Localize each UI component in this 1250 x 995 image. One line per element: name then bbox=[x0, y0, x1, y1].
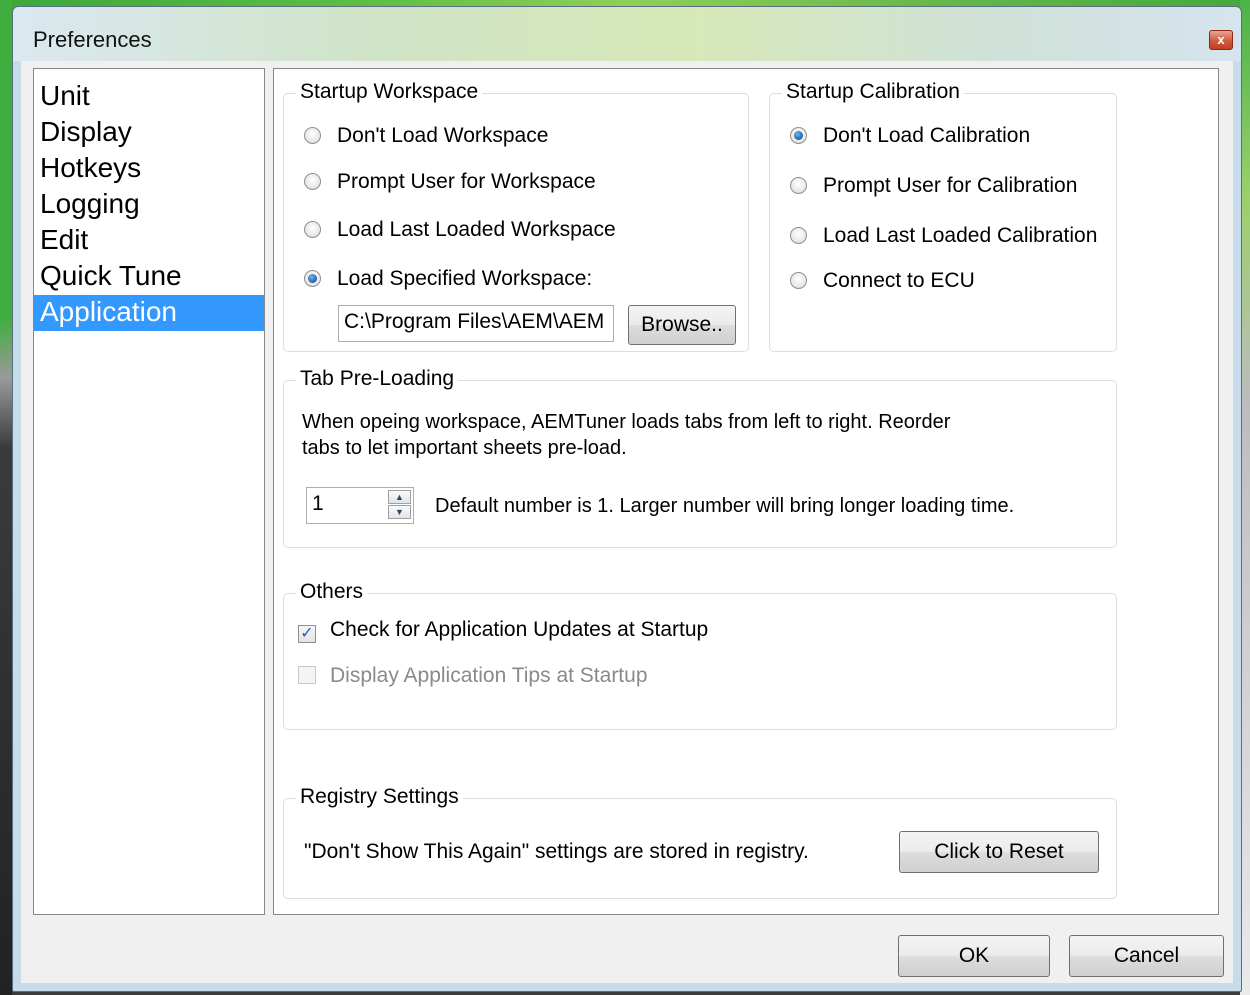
checkbox-label: Check for Application Updates at Startup bbox=[330, 618, 709, 641]
radio-load-last-calibration[interactable]: Load Last Loaded Calibration bbox=[790, 224, 1097, 248]
radio-label: Don't Load Workspace bbox=[337, 124, 549, 147]
tab-preloading-label: Tab Pre-Loading bbox=[296, 367, 459, 391]
others-group: Others ✓ Check for Application Updates at… bbox=[283, 580, 1117, 730]
radio-connect-ecu[interactable]: Connect to ECU bbox=[790, 269, 975, 293]
title-bar[interactable]: Preferences x bbox=[13, 7, 1241, 61]
radio-dont-load-calibration[interactable]: Don't Load Calibration bbox=[790, 124, 1030, 148]
radio-load-last-workspace[interactable]: Load Last Loaded Workspace bbox=[304, 218, 616, 242]
radio-label: Load Specified Workspace: bbox=[337, 267, 593, 290]
checkbox-empty-icon bbox=[298, 666, 316, 684]
workspace-path-input[interactable]: C:\Program Files\AEM\AEM bbox=[338, 305, 614, 342]
stepper-down-icon[interactable]: ▼ bbox=[388, 505, 411, 519]
cancel-button[interactable]: Cancel bbox=[1069, 935, 1224, 977]
category-list[interactable]: Unit Display Hotkeys Logging Edit Quick … bbox=[33, 68, 265, 915]
ok-button[interactable]: OK bbox=[898, 935, 1050, 977]
radio-label: Prompt User for Workspace bbox=[337, 170, 596, 193]
registry-info-text: "Don't Show This Again" settings are sto… bbox=[304, 840, 809, 863]
radio-icon bbox=[790, 177, 807, 194]
stepper-up-icon[interactable]: ▲ bbox=[388, 490, 411, 504]
nav-item-unit[interactable]: Unit bbox=[34, 79, 264, 115]
preload-hint: Default number is 1. Larger number will … bbox=[435, 495, 1015, 517]
registry-settings-label: Registry Settings bbox=[296, 785, 463, 809]
startup-calibration-group: Startup Calibration Don't Load Calibrati… bbox=[769, 80, 1117, 352]
nav-item-logging[interactable]: Logging bbox=[34, 187, 264, 223]
application-settings-panel: Startup Workspace Don't Load Workspace P… bbox=[273, 68, 1219, 915]
radio-icon bbox=[790, 227, 807, 244]
check-updates-checkbox[interactable]: ✓ Check for Application Updates at Startu… bbox=[298, 618, 708, 643]
radio-dont-load-workspace[interactable]: Don't Load Workspace bbox=[304, 124, 548, 148]
reset-registry-button[interactable]: Click to Reset bbox=[899, 831, 1099, 873]
preloading-description-line2: tabs to let important sheets pre-load. bbox=[302, 437, 627, 459]
radio-prompt-calibration[interactable]: Prompt User for Calibration bbox=[790, 174, 1077, 198]
radio-icon bbox=[790, 272, 807, 289]
radio-icon bbox=[304, 221, 321, 238]
tab-preloading-group: Tab Pre-Loading When opeing workspace, A… bbox=[283, 367, 1117, 548]
nav-item-quick-tune[interactable]: Quick Tune bbox=[34, 259, 264, 295]
window-title: Preferences bbox=[33, 27, 152, 52]
preloading-description-line1: When opeing workspace, AEMTuner loads ta… bbox=[302, 411, 951, 433]
close-button[interactable]: x bbox=[1209, 30, 1233, 50]
startup-workspace-label: Startup Workspace bbox=[296, 80, 483, 104]
radio-icon bbox=[304, 127, 321, 144]
others-label: Others bbox=[296, 580, 368, 604]
radio-label: Don't Load Calibration bbox=[823, 124, 1031, 147]
nav-item-display[interactable]: Display bbox=[34, 115, 264, 151]
radio-selected-icon bbox=[790, 127, 807, 144]
radio-prompt-workspace[interactable]: Prompt User for Workspace bbox=[304, 170, 596, 194]
radio-label: Connect to ECU bbox=[823, 269, 975, 292]
close-icon: x bbox=[1217, 32, 1225, 47]
nav-item-application[interactable]: Application bbox=[34, 295, 264, 331]
display-tips-checkbox[interactable]: Display Application Tips at Startup bbox=[298, 664, 648, 688]
radio-icon bbox=[304, 173, 321, 190]
browse-button[interactable]: Browse.. bbox=[628, 305, 736, 345]
nav-item-edit[interactable]: Edit bbox=[34, 223, 264, 259]
desktop-background-left bbox=[0, 0, 12, 995]
radio-label: Load Last Loaded Workspace bbox=[337, 218, 616, 241]
dialog-client-area: Unit Display Hotkeys Logging Edit Quick … bbox=[21, 61, 1233, 983]
nav-item-hotkeys[interactable]: Hotkeys bbox=[34, 151, 264, 187]
radio-load-specified-workspace[interactable]: Load Specified Workspace: bbox=[304, 267, 592, 291]
radio-label: Load Last Loaded Calibration bbox=[823, 224, 1098, 247]
startup-calibration-label: Startup Calibration bbox=[782, 80, 964, 104]
radio-label: Prompt User for Calibration bbox=[823, 174, 1078, 197]
checkbox-label: Display Application Tips at Startup bbox=[330, 664, 648, 687]
preferences-dialog: Preferences x Unit Display Hotkeys Loggi… bbox=[12, 6, 1242, 992]
startup-workspace-group: Startup Workspace Don't Load Workspace P… bbox=[283, 80, 749, 352]
registry-settings-group: Registry Settings "Don't Show This Again… bbox=[283, 785, 1117, 899]
checkmark-icon: ✓ bbox=[298, 625, 316, 643]
radio-selected-icon bbox=[304, 270, 321, 287]
